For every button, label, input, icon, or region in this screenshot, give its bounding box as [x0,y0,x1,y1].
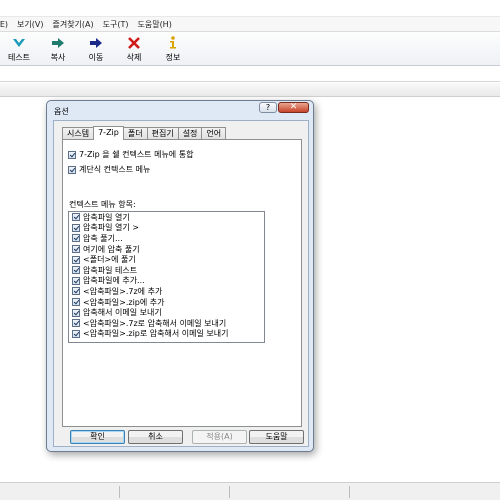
info-icon [155,35,191,50]
tab-folder[interactable]: 폴더 [122,127,148,139]
copy-button[interactable]: 복사 [40,35,76,63]
shell-integration-option[interactable]: 7-Zip 을 쉘 컨텍스트 메뉴에 통합 [68,149,193,160]
check-test-icon [1,35,37,50]
list-item-checkbox[interactable] [72,287,80,296]
move-button[interactable]: 이동 [78,35,114,63]
list-item[interactable]: 압축파일 테스트 [69,265,264,276]
list-item-checkbox[interactable] [72,308,80,317]
delete-button[interactable]: 삭제 [116,35,152,63]
list-item-checkbox[interactable] [72,255,80,264]
apply-button[interactable]: 적용(A) [192,430,247,444]
list-item-label: <폴더>에 풀기 [83,255,136,265]
dialog-button-row: 확인 취소 적용(A) 도움말 [62,430,304,444]
list-item-label: 압축해서 이메일 보내기 [83,308,162,318]
list-item[interactable]: <폴더>에 풀기 [69,254,264,265]
delete-x-icon [116,35,152,50]
info-button[interactable]: 정보 [155,35,191,63]
list-item-label: 압축파일 테스트 [83,265,138,275]
cascaded-menu-label: 계단식 컨텍스트 메뉴 [79,165,151,174]
list-item[interactable]: <압축파일>.7z에 추가 [69,286,264,297]
list-item[interactable]: 압축파일 열기 > [69,223,264,234]
list-item-checkbox[interactable] [72,245,80,254]
tab-settings[interactable]: 설정 [177,127,203,139]
cascaded-menu-option[interactable]: 계단식 컨텍스트 메뉴 [68,164,150,175]
list-item-label: 압축파일 열기 [83,212,130,222]
file-list-header [0,83,500,97]
list-item-checkbox[interactable] [72,298,80,307]
dialog-help-button[interactable]: ? [259,102,277,113]
status-segment [120,486,230,498]
status-segment [0,486,120,498]
list-item-checkbox[interactable] [72,266,80,275]
test-button-label: 테스트 [7,53,31,62]
list-item-checkbox[interactable] [72,223,80,232]
tab-7zip[interactable]: 7-Zip [93,126,124,140]
status-segment [230,486,350,498]
ok-button[interactable]: 확인 [70,430,125,444]
dialog-title: 옵션 [54,107,69,116]
list-item-checkbox[interactable] [72,276,80,285]
list-item-checkbox[interactable] [72,329,80,338]
delete-button-label: 삭제 [126,53,142,62]
cascaded-menu-checkbox[interactable] [68,165,76,174]
list-item[interactable]: 압축해서 이메일 보내기 [69,307,264,318]
tab-panel-7zip: 7-Zip 을 쉘 컨텍스트 메뉴에 통합 계단식 컨텍스트 메뉴 컨텍스트 메… [62,139,302,427]
list-item-checkbox[interactable] [72,213,80,222]
dialog-close-button[interactable]: ✕ [278,102,309,113]
copy-button-label: 복사 [50,53,66,62]
copy-arrow-icon [40,35,76,50]
toolbar: 테스트 복사 이동 삭제 정보 [0,32,500,66]
options-dialog: 옵션 ? ✕ 시스템 7-Zip 폴더 편집기 설정 언어 7-Zip 을 쉘 … [46,100,314,452]
cancel-button[interactable]: 취소 [128,430,183,444]
list-item-label: 압축 풀기... [83,233,123,243]
move-button-label: 이동 [88,53,104,62]
context-menu-items-label: 컨텍스트 메뉴 항목: [69,200,136,209]
list-item[interactable]: 압축 풀기... [69,233,264,244]
window-top-area [0,0,500,17]
menu-item-favorites[interactable]: 즐겨찾기(A) [52,19,93,30]
tab-language[interactable]: 언어 [201,127,227,139]
menu-item-tools[interactable]: 도구(T) [103,19,129,30]
tab-strip: 시스템 7-Zip 폴더 편집기 설정 언어 [62,126,227,140]
help-button[interactable]: 도움말 [249,430,304,444]
list-item[interactable]: 압축파일 열기 [69,212,264,223]
list-item-label: 압축파일 열기 > [83,223,139,233]
menu-bar: 편집(E) 보기(V) 즐겨찾기(A) 도구(T) 도움말(H) [0,17,500,32]
shell-integration-checkbox[interactable] [68,150,76,159]
list-item[interactable]: <압축파일>.zip에 추가 [69,297,264,308]
test-button[interactable]: 테스트 [1,35,37,63]
shell-integration-label: 7-Zip 을 쉘 컨텍스트 메뉴에 통합 [79,150,194,159]
context-menu-items-list[interactable]: 압축파일 열기 압축파일 열기 > 압축 풀기... 여기에 압축 풀기 <폴더… [68,211,265,343]
list-item-checkbox[interactable] [72,234,80,243]
tab-editor[interactable]: 편집기 [146,127,179,139]
menu-item-view[interactable]: 보기(V) [17,19,43,30]
info-button-label: 정보 [165,53,181,62]
address-bar[interactable] [0,66,500,82]
list-item-label: 여기에 압축 풀기 [83,244,140,254]
list-item[interactable]: <압축파일>.zip로 압축해서 이메일 보내기 [69,329,264,340]
list-item[interactable]: <압축파일>.7z로 압축해서 이메일 보내기 [69,318,264,329]
list-item-label: <압축파일>.zip로 압축해서 이메일 보내기 [83,329,229,339]
list-item-label: <압축파일>.7z에 추가 [83,286,163,296]
list-item-label: 압축파일에 추가... [83,276,145,286]
list-item[interactable]: 압축파일에 추가... [69,276,264,287]
status-bar [0,482,500,500]
list-item-checkbox[interactable] [72,319,80,328]
list-item-label: <압축파일>.7z로 압축해서 이메일 보내기 [83,318,227,328]
list-item[interactable]: 여기에 압축 풀기 [69,244,264,255]
menu-item-help[interactable]: 도움말(H) [137,19,171,30]
menu-item-edit[interactable]: 편집(E) [0,19,8,30]
dialog-body: 시스템 7-Zip 폴더 편집기 설정 언어 7-Zip 을 쉘 컨텍스트 메뉴… [53,120,309,447]
tab-system[interactable]: 시스템 [62,127,95,139]
list-item-label: <압축파일>.zip에 추가 [83,297,165,307]
move-arrow-icon [78,35,114,50]
